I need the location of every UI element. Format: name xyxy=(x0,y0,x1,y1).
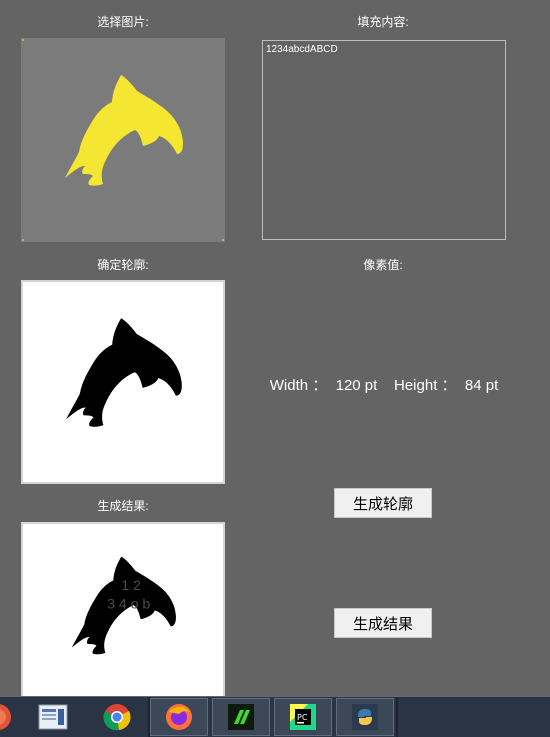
fill-content-textarea-frame xyxy=(262,40,506,240)
result-text-line2: 3 4 o b xyxy=(107,596,150,612)
result-preview-panel: 1 2 3 4 o b xyxy=(21,522,225,702)
generate-result-label: 生成结果: xyxy=(97,499,149,513)
python-icon[interactable] xyxy=(336,698,394,736)
pycharm-icon[interactable]: PC xyxy=(274,698,332,736)
pixel-value-label: 像素值: xyxy=(363,258,403,272)
fill-content-label: 填充内容: xyxy=(357,15,409,29)
select-image-label: 选择图片: xyxy=(97,15,149,29)
determine-contour-label: 确定轮廓: xyxy=(97,258,149,272)
pixel-readout: Width ： 120 pt Height ： 84 pt xyxy=(269,377,499,394)
dolphin-silhouette-image xyxy=(66,318,182,427)
green-app-icon[interactable] xyxy=(212,698,270,736)
height-value: 84 pt xyxy=(464,377,499,394)
width-value: 120 pt xyxy=(335,377,378,394)
start-orb-icon[interactable] xyxy=(0,698,18,736)
contour-preview-panel xyxy=(21,280,225,484)
select-image-panel[interactable] xyxy=(21,38,225,242)
fill-content-textarea[interactable] xyxy=(265,43,503,237)
file-manager-icon[interactable] xyxy=(24,698,82,736)
dolphin-result-image: 1 2 3 4 o b xyxy=(71,556,176,655)
generate-result-button[interactable]: 生成结果 xyxy=(334,608,432,638)
result-text-line1: 1 2 xyxy=(121,577,141,593)
firefox-icon[interactable] xyxy=(150,698,208,736)
taskbar: PC xyxy=(0,696,550,737)
width-label: Width xyxy=(269,377,309,394)
chrome-icon[interactable] xyxy=(88,698,146,736)
height-label: Height xyxy=(394,377,438,394)
generate-contour-button[interactable]: 生成轮廓 xyxy=(334,488,432,518)
svg-text:PC: PC xyxy=(297,713,308,722)
dolphin-image xyxy=(65,75,183,186)
